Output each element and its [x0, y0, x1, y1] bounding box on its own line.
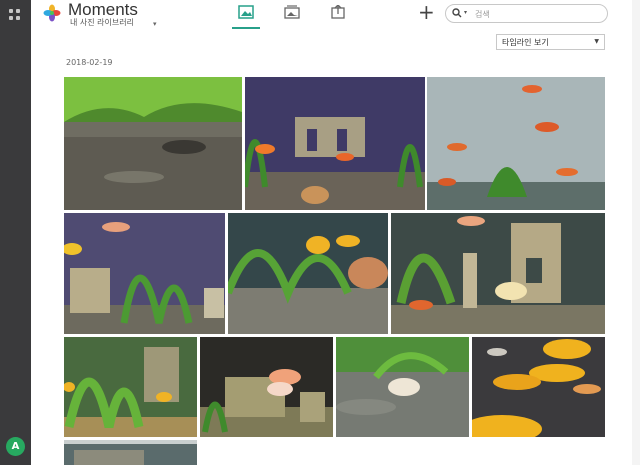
- photo-thumbnail[interactable]: [228, 213, 388, 334]
- photo-thumbnail[interactable]: [64, 77, 242, 210]
- album-icon: [284, 5, 300, 19]
- user-avatar[interactable]: A: [6, 437, 25, 456]
- tab-shared[interactable]: [326, 5, 350, 25]
- apps-grid-icon[interactable]: [9, 9, 21, 21]
- chevron-down-icon[interactable]: ▾: [153, 20, 157, 28]
- photo-thumbnail[interactable]: [64, 213, 225, 334]
- shared-box-icon: [331, 5, 345, 19]
- photo-thumbnail[interactable]: [427, 77, 605, 210]
- photo-thumbnail[interactable]: [245, 77, 425, 210]
- photo-thumbnail[interactable]: [391, 213, 605, 334]
- scrollbar-track[interactable]: [632, 0, 640, 465]
- tab-photos[interactable]: [232, 5, 260, 29]
- search-box[interactable]: ▾: [445, 4, 608, 23]
- search-icon: [452, 8, 462, 18]
- photo-thumbnail[interactable]: [200, 337, 333, 437]
- photo-thumbnail[interactable]: [336, 337, 469, 437]
- image-icon: [238, 5, 254, 19]
- photo-thumbnail[interactable]: [64, 337, 197, 437]
- view-mode-select[interactable]: 타임라인 보기 ▼: [496, 34, 605, 50]
- photo-thumbnail[interactable]: [64, 440, 197, 465]
- chevron-down-icon: ▼: [594, 38, 599, 45]
- library-selector[interactable]: 내 사진 라이브러리: [70, 17, 134, 28]
- moments-logo-icon: [43, 4, 61, 22]
- search-input[interactable]: [473, 6, 597, 22]
- tab-albums[interactable]: [280, 5, 304, 25]
- view-mode-value: 타임라인 보기: [502, 38, 549, 47]
- photo-thumbnail[interactable]: [472, 337, 605, 437]
- search-options-chevron-icon[interactable]: ▾: [464, 9, 467, 16]
- left-rail: A: [0, 0, 31, 465]
- timeline-date: 2018-02-19: [66, 58, 113, 67]
- add-button[interactable]: +: [418, 2, 435, 22]
